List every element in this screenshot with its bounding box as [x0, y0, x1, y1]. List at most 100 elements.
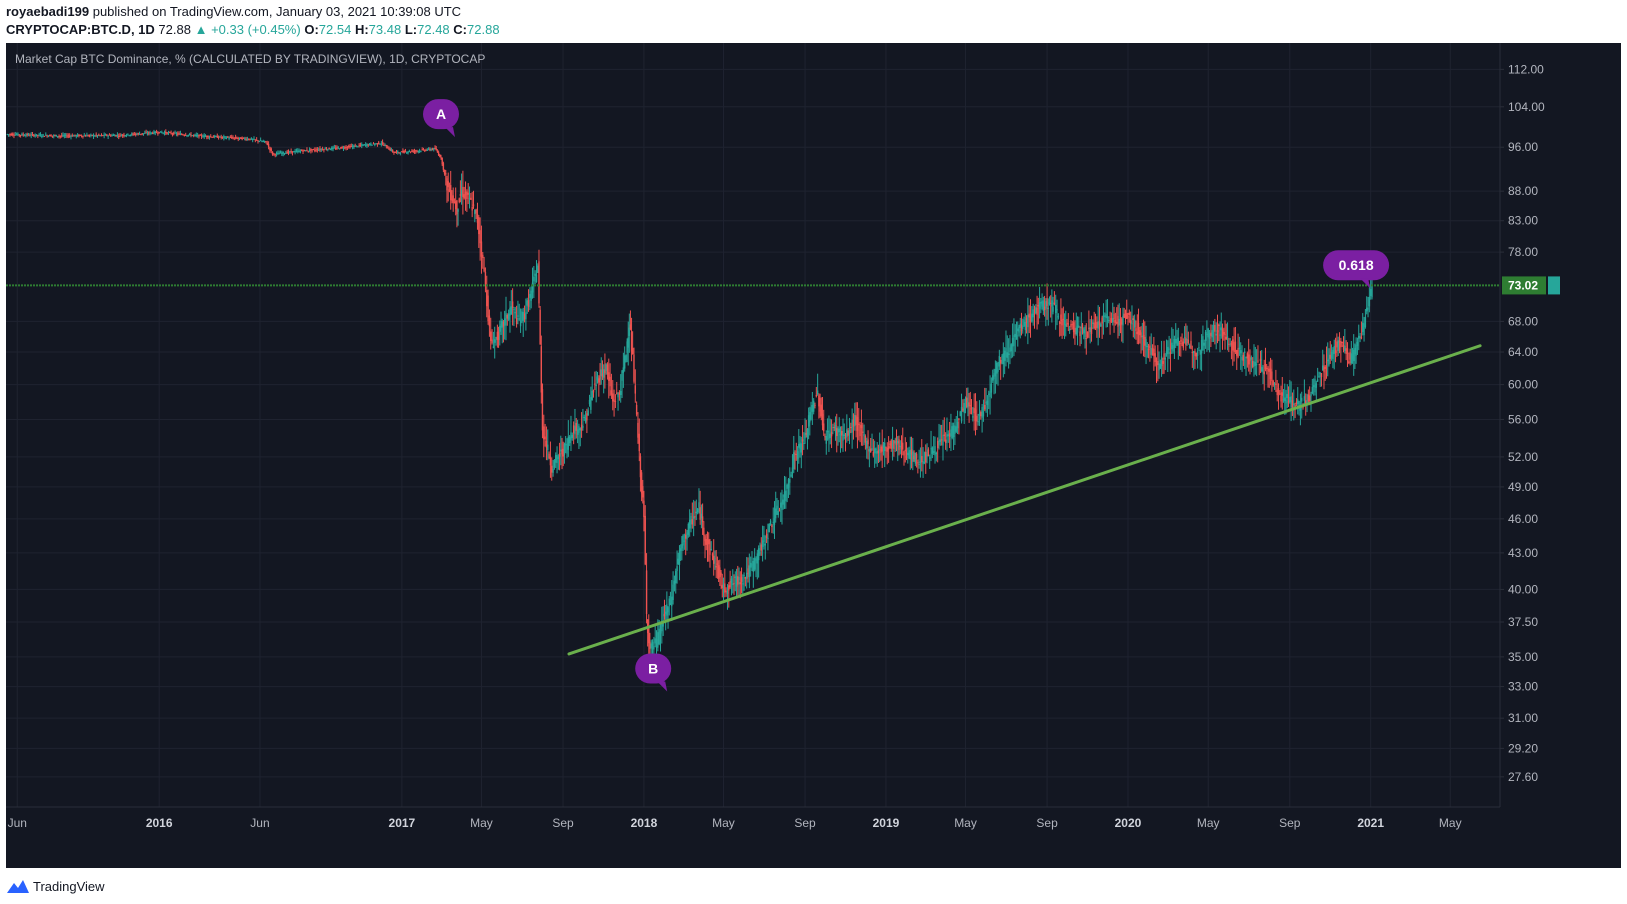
candle-body	[1241, 356, 1243, 361]
candle-body	[1168, 348, 1170, 350]
candle-body	[13, 135, 15, 137]
candle-body	[261, 141, 263, 143]
candle-body	[66, 135, 68, 137]
candle-body	[332, 147, 334, 150]
candle-body	[596, 376, 599, 381]
candle-body	[621, 370, 623, 381]
candle-body	[997, 369, 999, 372]
candle-body	[495, 337, 497, 339]
candle-body	[1145, 339, 1147, 348]
candle-body	[780, 502, 782, 508]
author-name[interactable]: royaebadi199	[6, 4, 89, 19]
candle-body	[752, 560, 755, 572]
candle-body	[1291, 400, 1294, 408]
candle-body	[1011, 338, 1014, 347]
candle-body	[25, 135, 27, 137]
candle-body	[956, 421, 959, 429]
candle-body	[939, 439, 942, 442]
chart-svg[interactable]: A B 0.618 112.00 104.00 96.00 88.00 83.00 78.00…	[6, 43, 1621, 868]
candle-body	[787, 479, 790, 488]
candle-body	[223, 136, 225, 138]
candle-body	[1272, 380, 1274, 386]
candle-body	[212, 136, 215, 138]
candle-body	[560, 449, 562, 452]
candle-body	[519, 320, 522, 327]
candle-body	[579, 428, 581, 431]
candle-body	[257, 140, 259, 142]
candle-body	[14, 134, 16, 136]
candle-body	[539, 309, 541, 345]
candle-body	[1195, 352, 1197, 357]
candle-body	[1215, 333, 1217, 336]
candle-body	[1188, 345, 1191, 348]
candle-body	[94, 135, 96, 137]
candle-body	[838, 428, 840, 433]
chart-frame[interactable]: A B 0.618 112.00 104.00 96.00 88.00 83.00 78.00…	[6, 43, 1621, 868]
candle-body	[448, 189, 451, 192]
candle-body	[786, 484, 788, 489]
candle-body	[1371, 285, 1373, 298]
y-tick-label: 35.00	[1508, 650, 1538, 664]
candle-body	[132, 133, 134, 135]
candle-body	[622, 367, 625, 373]
candle-body	[478, 217, 480, 235]
candle-body	[420, 150, 422, 152]
candle-body	[346, 147, 349, 149]
candle-body	[1117, 315, 1119, 327]
candle-body	[337, 147, 339, 149]
candle-body	[832, 427, 834, 429]
candle-body	[368, 143, 371, 145]
candle-body	[1199, 350, 1201, 355]
candle-body	[655, 639, 658, 648]
tradingview-brand[interactable]: TradingView	[33, 879, 105, 894]
candle-body	[1177, 337, 1180, 346]
candle-body	[1318, 375, 1320, 378]
x-tick-label: 2016	[146, 816, 173, 830]
candle-body	[43, 136, 46, 138]
candle-body	[658, 628, 660, 645]
candle-body	[769, 520, 772, 525]
candle-body	[483, 267, 485, 272]
candle-body	[1083, 329, 1085, 334]
candle-body	[18, 134, 20, 136]
candle-body	[833, 427, 835, 429]
candle-body	[1146, 345, 1148, 347]
candle-body	[1028, 313, 1030, 318]
candle-body	[1013, 335, 1015, 347]
candle-body	[793, 452, 795, 469]
candle-body	[763, 535, 765, 543]
candle-body	[1203, 342, 1205, 346]
candle-body	[1208, 333, 1211, 339]
candle-body	[969, 405, 972, 407]
candle-body	[789, 478, 791, 483]
candle-body	[1333, 345, 1335, 355]
candle-body	[1110, 318, 1113, 323]
candle-body	[1007, 353, 1010, 356]
candle-body	[1211, 330, 1213, 338]
candle-body	[393, 151, 395, 153]
candle-body	[71, 135, 74, 137]
candle-body	[1349, 352, 1351, 360]
tradingview-logo-icon[interactable]	[6, 877, 30, 895]
candle-body	[1285, 399, 1287, 404]
candle-body	[1015, 334, 1018, 340]
candle-body	[871, 448, 873, 451]
candle-body	[255, 139, 258, 141]
candle-body	[454, 201, 457, 210]
candle-body	[692, 516, 695, 519]
candle-body	[138, 133, 141, 135]
candle-body	[33, 134, 35, 137]
candle-body	[151, 133, 154, 135]
candle-body	[394, 152, 396, 154]
candle-body	[383, 144, 385, 146]
candle-body	[334, 147, 337, 149]
candle-body	[672, 584, 674, 601]
candle-body	[451, 198, 453, 201]
candle-body	[866, 440, 868, 449]
candle-body	[735, 575, 738, 587]
candle-body	[526, 300, 528, 306]
candle-body	[111, 135, 113, 137]
candle-body	[80, 135, 83, 137]
candle-body	[514, 312, 516, 314]
candle-body	[616, 392, 618, 394]
